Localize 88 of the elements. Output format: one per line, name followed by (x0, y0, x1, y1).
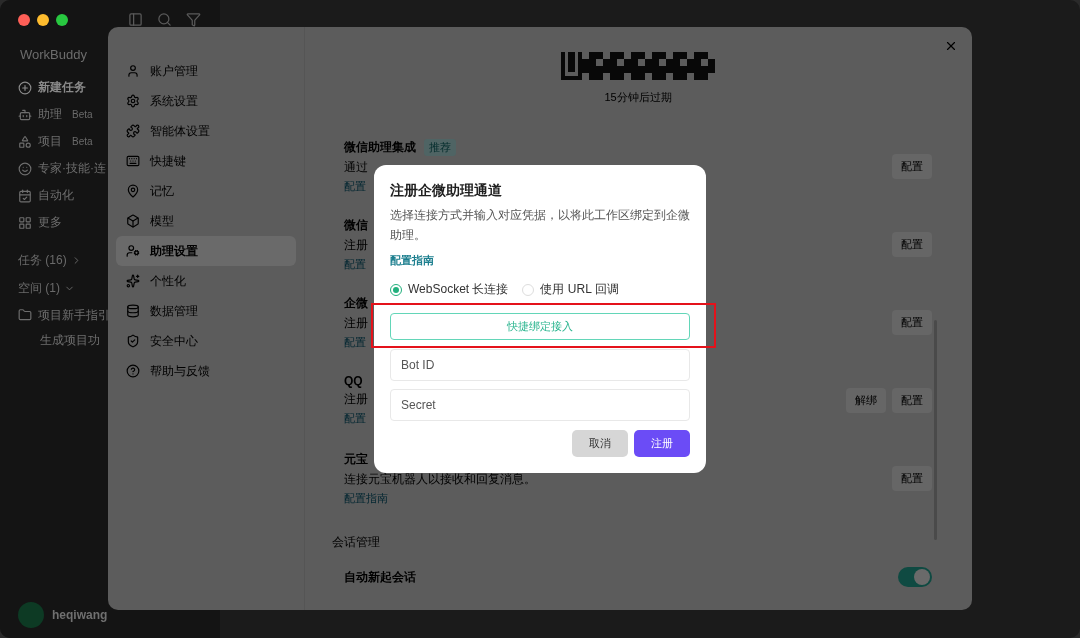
shapes-icon (18, 134, 32, 149)
guide-link[interactable]: 配置 (344, 334, 366, 350)
folder-icon (18, 308, 32, 322)
beta-label: Beta (72, 109, 93, 120)
integration-title: QQ (344, 374, 363, 388)
integration-description: 注册 (344, 391, 368, 408)
guide-link[interactable]: 配置 (344, 256, 366, 272)
settings-menu-item[interactable]: 数据管理 (116, 296, 296, 326)
keyboard-icon (126, 154, 140, 168)
integration-action-button[interactable]: 配置 (892, 387, 932, 413)
settings-menu-item[interactable]: 帮助与反馈 (116, 356, 296, 386)
group-label[interactable]: 任务 (16) (18, 251, 67, 269)
cube-icon (126, 214, 140, 228)
minimize-window-dot[interactable] (37, 14, 49, 26)
nav-label[interactable]: 专家·技能·连 (38, 160, 106, 177)
help-icon (126, 364, 140, 378)
radio-label[interactable]: 使用 URL 回调 (540, 281, 619, 298)
search-icon[interactable] (157, 12, 172, 27)
group-label[interactable]: 空间 (1) (18, 279, 60, 297)
integration-title: 企微 (344, 294, 368, 312)
toggle-label: 自动新起会话 (344, 568, 416, 586)
grid-icon (18, 215, 32, 230)
nav-label[interactable]: 项目 (38, 133, 62, 150)
plus-circle-icon (18, 80, 32, 95)
smile-icon (18, 161, 32, 176)
filter-icon[interactable] (186, 12, 201, 27)
nav-label[interactable]: 助理 (38, 106, 62, 123)
radio-label[interactable]: WebSocket 长连接 (408, 281, 509, 298)
integration-action-button[interactable]: 配置 (892, 153, 932, 179)
settings-menu-item[interactable]: 系统设置 (116, 86, 296, 116)
database-icon (126, 304, 140, 318)
puzzle-icon (126, 124, 140, 138)
guide-link[interactable]: 配置 (344, 178, 366, 194)
integration-description: 注册 (344, 314, 368, 332)
robot-icon (18, 107, 32, 122)
integration-action-button[interactable]: 配置 (892, 309, 932, 335)
pin-icon (126, 184, 140, 198)
shield-icon (126, 334, 140, 348)
guide-link[interactable]: 配置 (344, 411, 366, 426)
nav-label[interactable]: 新建任务 (38, 79, 86, 96)
integration-description: 注册 (344, 236, 368, 254)
integration-description: 通过 (344, 158, 368, 176)
section-heading: 会话管理 (332, 533, 380, 551)
settings-menu-item[interactable]: 模型 (116, 206, 296, 236)
settings-menu-item[interactable]: 个性化 (116, 266, 296, 296)
user-icon (126, 64, 140, 78)
dialog-description: 选择连接方式并输入对应凭据，以将此工作区绑定到企微助理。 (390, 208, 690, 243)
user-gear-icon (126, 244, 140, 258)
user-name: heqiwang (52, 608, 108, 622)
task-label[interactable]: 生成项目功 (40, 331, 100, 349)
sidebar-toggle-icon[interactable] (128, 12, 143, 27)
cancel-button[interactable]: 取消 (572, 430, 628, 457)
close-icon (944, 39, 958, 53)
settings-menu-item[interactable]: 安全中心 (116, 326, 296, 356)
input-field[interactable]: Bot ID (390, 349, 690, 381)
settings-menu-item[interactable]: 智能体设置 (116, 116, 296, 146)
project-label[interactable]: 项目新手指引 (38, 306, 110, 324)
dialog-title: 注册企微助理通道 (390, 182, 503, 200)
settings-menu-item[interactable]: 快捷键 (116, 146, 296, 176)
nav-label[interactable]: 自动化 (38, 187, 74, 204)
avatar[interactable] (18, 602, 44, 628)
settings-icon (126, 94, 140, 108)
integration-action-button[interactable]: 配置 (892, 465, 932, 491)
integration-title: 元宝 (344, 450, 368, 468)
beta-label: Beta (72, 136, 93, 147)
zoom-window-dot[interactable] (56, 14, 68, 26)
integration-description: 连接元宝机器人以接收和回复消息。 (344, 470, 536, 488)
guide-link[interactable]: 配置指南 (344, 490, 388, 506)
integration-title: 微信 (344, 216, 368, 234)
settings-menu-item[interactable]: 账户管理 (116, 56, 296, 86)
sparkle-icon (126, 274, 140, 288)
close-window-dot[interactable] (18, 14, 30, 26)
toggle-switch[interactable] (898, 567, 932, 587)
qr-expiry-text: 15分钟后过期 (604, 90, 672, 105)
recommend-tag: 推荐 (424, 138, 456, 156)
input-field[interactable]: Secret (390, 389, 690, 421)
settings-menu-item[interactable]: 记忆 (116, 176, 296, 206)
guide-link[interactable]: 配置指南 (390, 253, 434, 268)
app-brand: WorkBuddy (20, 47, 87, 62)
nav-label[interactable]: 更多 (38, 214, 62, 231)
integration-title: 微信助理集成 (344, 138, 416, 156)
register-button[interactable]: 注册 (634, 430, 690, 457)
quick-bind-button[interactable]: 快捷绑定接入 (390, 313, 690, 340)
integration-action-button[interactable]: 配置 (892, 231, 932, 257)
settings-menu-item[interactable]: 助理设置 (116, 236, 296, 266)
calendar-check-icon (18, 188, 32, 203)
close-button[interactable] (944, 39, 958, 53)
integration-action-button[interactable]: 解绑 (846, 387, 886, 413)
